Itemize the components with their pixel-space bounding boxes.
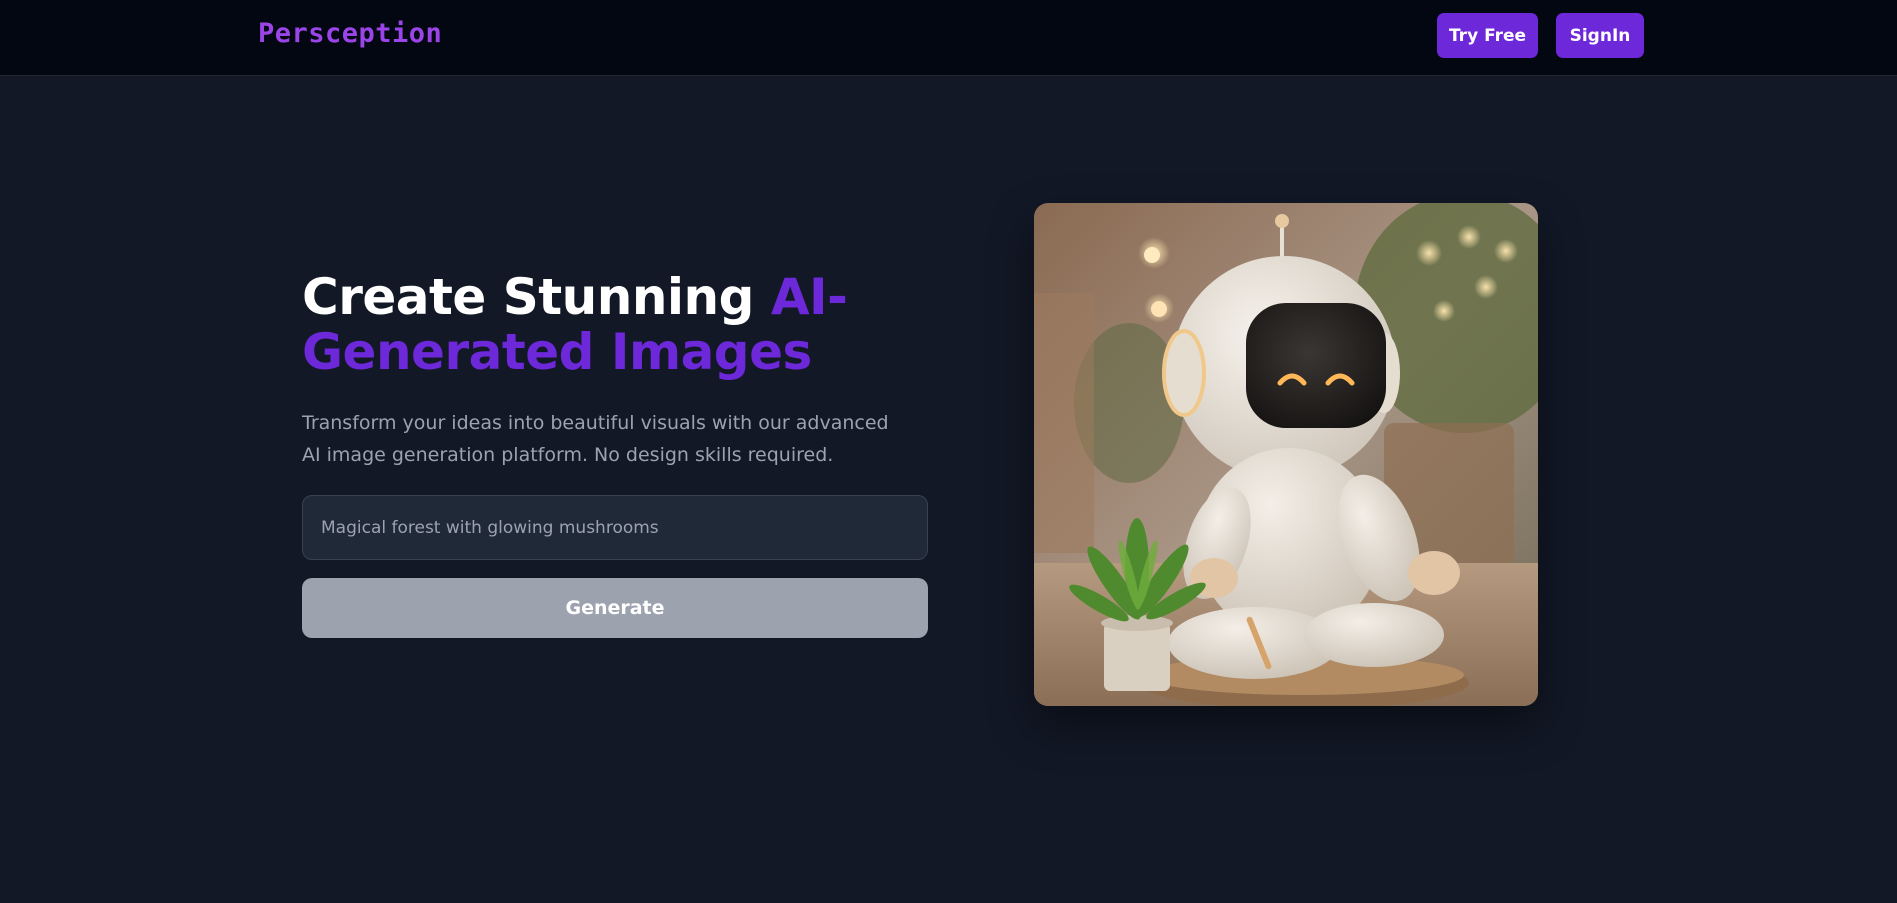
hero-title: Create Stunning AI-Generated Images — [302, 270, 922, 380]
top-navbar: Persception Try Free SignIn — [0, 0, 1897, 76]
brand-logo[interactable]: Persception — [258, 18, 442, 49]
hero-subtitle: Transform your ideas into beautiful visu… — [302, 412, 889, 466]
hero-title-main: Create Stunning — [302, 268, 771, 326]
hero-robot-image — [1034, 203, 1538, 706]
try-free-button[interactable]: Try Free — [1437, 13, 1538, 58]
prompt-input[interactable] — [302, 495, 928, 560]
signin-button[interactable]: SignIn — [1556, 13, 1644, 58]
generate-button[interactable]: Generate — [302, 578, 928, 638]
robot-illustration — [1034, 203, 1538, 706]
